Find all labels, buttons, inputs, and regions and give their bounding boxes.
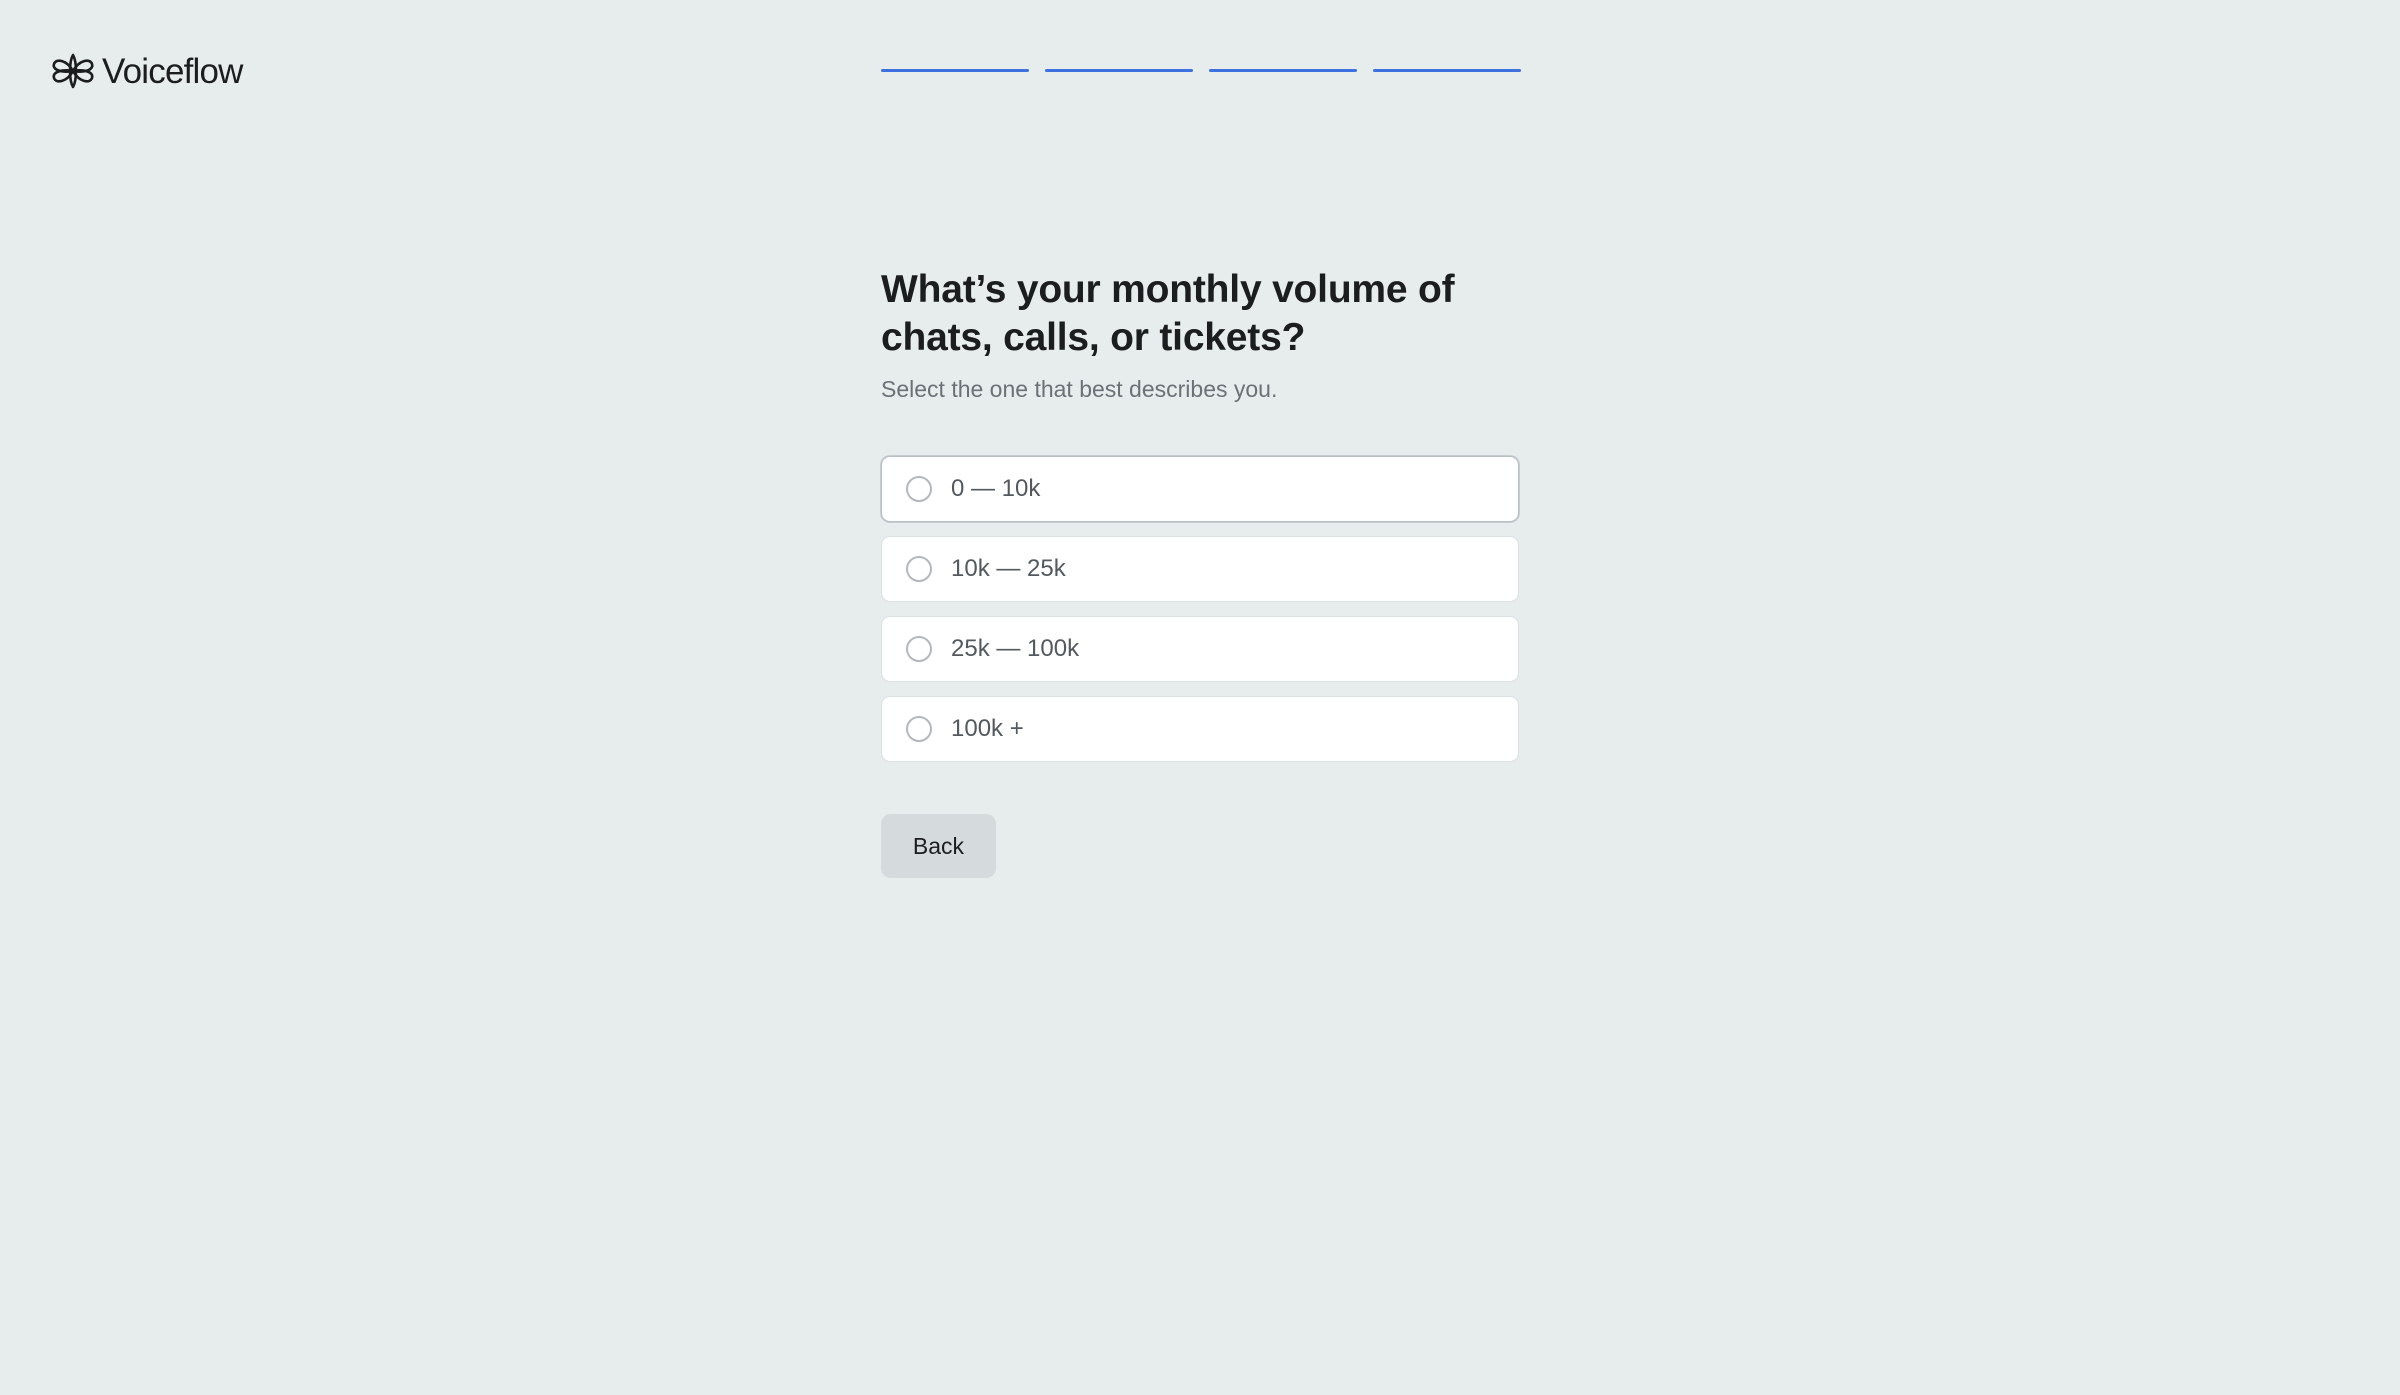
option-label: 10k — 25k (951, 555, 1066, 582)
option-10k-25k[interactable]: 10k — 25k (881, 536, 1519, 602)
question-subtitle: Select the one that best describes you. (881, 376, 1278, 402)
progress-step-2 (1045, 69, 1193, 72)
radio-icon (906, 636, 932, 662)
brand-name: Voiceflow (102, 51, 243, 91)
radio-icon (906, 556, 932, 582)
progress-step-3 (1209, 69, 1357, 72)
option-label: 100k + (951, 715, 1024, 742)
radio-icon (906, 716, 932, 742)
option-list: 0 — 10k 10k — 25k 25k — 100k 100k + (881, 456, 1519, 762)
voiceflow-logo[interactable]: Voiceflow (50, 50, 243, 92)
question-title: What’s your monthly volume of chats, cal… (881, 268, 1455, 359)
progress-step-1 (881, 69, 1029, 72)
question-panel: What’s your monthly volume of chats, cal… (881, 266, 1519, 878)
option-100k-plus[interactable]: 100k + (881, 696, 1519, 762)
back-button[interactable]: Back (881, 814, 996, 878)
progress-indicator (881, 69, 1521, 72)
option-0-10k[interactable]: 0 — 10k (881, 456, 1519, 522)
option-25k-100k[interactable]: 25k — 100k (881, 616, 1519, 682)
voiceflow-logo-icon (52, 53, 94, 89)
radio-icon (906, 476, 932, 502)
progress-step-4 (1373, 69, 1521, 72)
option-label: 25k — 100k (951, 635, 1080, 662)
option-label: 0 — 10k (951, 475, 1041, 502)
